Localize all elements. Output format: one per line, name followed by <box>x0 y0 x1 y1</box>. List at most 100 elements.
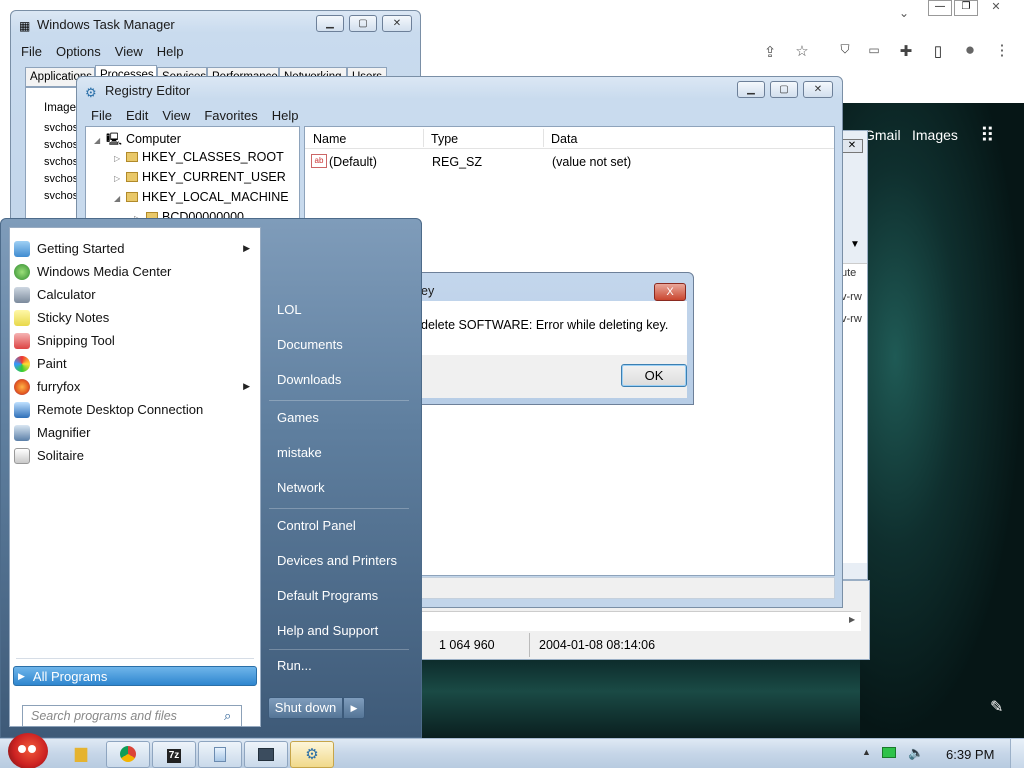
menu-help[interactable]: Help <box>157 44 184 59</box>
restore-button[interactable]: ❐ <box>954 0 978 16</box>
taskbar-chrome[interactable] <box>106 741 150 768</box>
dialog-close-button[interactable]: X <box>654 283 686 301</box>
column-header-name[interactable]: Name <box>313 132 346 146</box>
start-right-lol[interactable]: LOL <box>277 302 302 317</box>
scroll-right-icon[interactable]: ▶ <box>849 615 855 624</box>
program-solitaire[interactable]: Solitaire <box>14 444 256 467</box>
shutdown-options-button[interactable]: ▶ <box>343 697 365 719</box>
star-icon[interactable]: ☆ <box>792 42 812 60</box>
process-row[interactable]: svchost <box>44 190 80 202</box>
tree-label: HKEY_CURRENT_USER <box>142 170 286 184</box>
value-row[interactable]: ab (Default) REG_SZ (value not set) <box>309 154 829 172</box>
program-sticky-notes[interactable]: Sticky Notes <box>14 306 256 329</box>
start-right-help-support[interactable]: Help and Support <box>277 623 378 638</box>
menu-view[interactable]: View <box>115 44 143 59</box>
ublock-icon[interactable]: ⛉ <box>835 42 855 57</box>
chevron-down-icon[interactable]: ⌄ <box>894 6 914 20</box>
column-header-data[interactable]: Data <box>551 132 577 146</box>
volume-icon[interactable]: 🔈 <box>908 745 924 761</box>
menu-file[interactable]: File <box>21 44 42 59</box>
battery-icon[interactable] <box>882 747 896 758</box>
start-right-documents[interactable]: Documents <box>277 337 343 352</box>
process-row[interactable]: svchost <box>44 173 80 185</box>
program-calculator[interactable]: Calculator <box>14 283 256 306</box>
menu-file[interactable]: File <box>91 108 112 123</box>
show-desktop-button[interactable] <box>1010 739 1024 768</box>
column-header-type[interactable]: Type <box>431 132 458 146</box>
all-programs-button[interactable]: ▶ All Programs <box>13 666 257 686</box>
process-row[interactable]: svchost <box>44 139 80 151</box>
start-right-run[interactable]: Run... <box>277 658 312 673</box>
menu-help[interactable]: Help <box>272 108 299 123</box>
show-hidden-icons[interactable]: ▲ <box>862 747 871 757</box>
menu-dots-icon[interactable]: ⋮ <box>992 41 1012 59</box>
share-icon[interactable]: ⇪ <box>760 43 780 61</box>
tree-item-computer[interactable]: ◢ 🖳 Computer <box>94 130 181 151</box>
puzzle-icon[interactable]: ✚ <box>896 42 916 60</box>
start-button[interactable] <box>8 733 48 768</box>
start-menu: Getting Started ▶ Windows Media Center Ca… <box>0 218 422 738</box>
start-right-games[interactable]: Games <box>277 410 319 425</box>
submenu-arrow-icon: ▶ <box>243 243 250 253</box>
expand-icon[interactable]: ▷ <box>114 174 126 183</box>
taskbar-7zip[interactable]: 7z <box>152 741 196 768</box>
menu-favorites[interactable]: Favorites <box>204 108 257 123</box>
start-right-mistake[interactable]: mistake <box>277 445 322 460</box>
snippet-text: ute <box>841 267 857 279</box>
start-menu-programs: Getting Started ▶ Windows Media Center Ca… <box>9 227 261 727</box>
apps-grid-icon[interactable]: ⠿ <box>980 123 995 148</box>
expand-icon[interactable]: ▷ <box>114 154 126 163</box>
ok-button[interactable]: OK <box>621 364 687 387</box>
search-input[interactable]: Search programs and files <box>22 705 242 727</box>
minimize-button[interactable]: ▁ <box>737 81 765 98</box>
menu-edit[interactable]: Edit <box>126 108 148 123</box>
edit-pencil-icon[interactable]: ✎ <box>990 697 1003 717</box>
sidepanel-icon[interactable]: ▯ <box>928 42 948 60</box>
images-link[interactable]: Images <box>912 127 958 143</box>
close-button[interactable]: ✕ <box>382 15 412 32</box>
taskbar-task-manager[interactable] <box>244 741 288 768</box>
maximize-button[interactable]: ▢ <box>349 15 377 32</box>
close-button[interactable]: ✕ <box>803 81 833 98</box>
start-right-downloads[interactable]: Downloads <box>277 372 341 387</box>
program-magnifier[interactable]: Magnifier <box>14 421 256 444</box>
avatar[interactable]: ● <box>960 40 980 60</box>
program-media-center[interactable]: Windows Media Center <box>14 260 256 283</box>
expand-icon[interactable]: ◢ <box>94 136 106 145</box>
search-icon[interactable]: ⌕ <box>224 708 231 724</box>
tree-item-hklm[interactable]: ◢ HKEY_LOCAL_MACHINE <box>114 190 289 204</box>
process-row[interactable]: svchost <box>44 156 80 168</box>
dropdown-arrow-icon[interactable]: ▼ <box>850 239 860 250</box>
gmail-link[interactable]: Gmail <box>864 127 901 143</box>
start-right-control-panel[interactable]: Control Panel <box>277 518 356 533</box>
flag-extension-icon[interactable]: ▭ <box>864 43 884 57</box>
shutdown-button[interactable]: Shut down <box>268 697 343 719</box>
taskbar-explorer[interactable]: ▆ <box>56 741 106 768</box>
process-row[interactable]: svchost <box>44 122 80 134</box>
program-snipping-tool[interactable]: Snipping Tool <box>14 329 256 352</box>
program-label: Windows Media Center <box>37 264 172 279</box>
solitaire-icon <box>14 447 30 464</box>
tree-item-hkcr[interactable]: ▷ HKEY_CLASSES_ROOT <box>114 150 284 164</box>
start-right-network[interactable]: Network <box>277 480 325 495</box>
start-right-default-programs[interactable]: Default Programs <box>277 588 378 603</box>
close-icon[interactable]: ✕ <box>841 139 863 153</box>
menu-options[interactable]: Options <box>56 44 101 59</box>
tree-item-hkcu[interactable]: ▷ HKEY_CURRENT_USER <box>114 170 286 184</box>
taskbar-registry-editor[interactable]: ⚙ <box>290 741 334 768</box>
magnifier-icon <box>14 424 30 441</box>
close-icon[interactable]: ✕ <box>984 0 1008 16</box>
program-getting-started[interactable]: Getting Started ▶ <box>14 237 256 260</box>
program-label: Getting Started <box>37 241 125 256</box>
minimize-button[interactable]: — <box>928 0 952 16</box>
minimize-button[interactable]: ▁ <box>316 15 344 32</box>
clock[interactable]: 6:39 PM <box>946 747 994 762</box>
program-remote-desktop[interactable]: Remote Desktop Connection <box>14 398 256 421</box>
program-paint[interactable]: Paint <box>14 352 256 375</box>
taskbar-notepad[interactable] <box>198 741 242 768</box>
collapse-icon[interactable]: ◢ <box>114 194 126 203</box>
program-furryfox[interactable]: furryfox ▶ <box>14 375 256 398</box>
maximize-button[interactable]: ▢ <box>770 81 798 98</box>
menu-view[interactable]: View <box>162 108 190 123</box>
start-right-devices-printers[interactable]: Devices and Printers <box>277 553 397 568</box>
